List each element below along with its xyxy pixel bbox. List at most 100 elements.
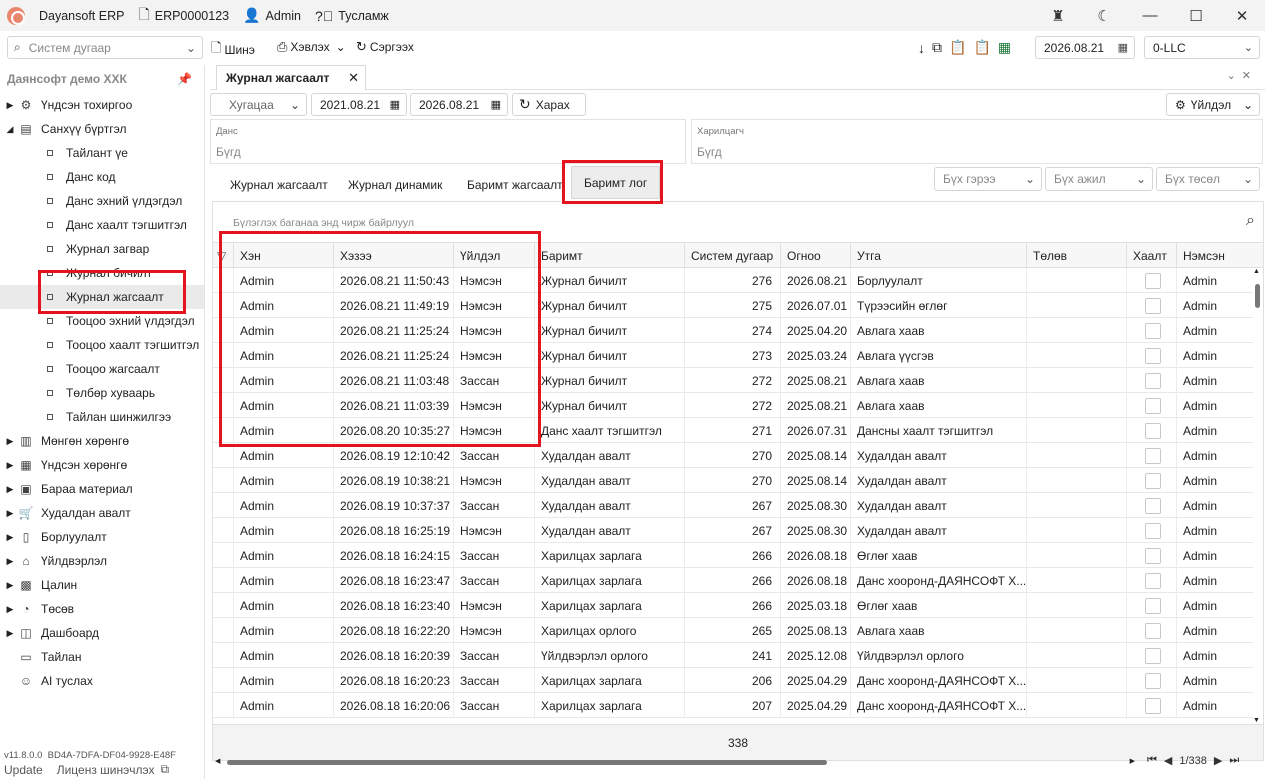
sidebar-item[interactable]: ▶ ▯ Борлуулалт: [0, 525, 204, 549]
scroll-thumb[interactable]: [227, 760, 827, 765]
closed-checkbox[interactable]: [1126, 543, 1176, 568]
checkbox[interactable]: [1145, 297, 1161, 314]
period-select[interactable]: Хугацаа ⌄: [210, 93, 307, 116]
column-header[interactable]: Систем дугаар: [684, 243, 780, 269]
subtab-journal-dynamic[interactable]: Журнал динамик: [348, 168, 442, 202]
closed-checkbox[interactable]: [1126, 343, 1176, 368]
sidebar-item[interactable]: ▭ Тайлан: [0, 645, 204, 669]
checkbox[interactable]: [1145, 672, 1161, 689]
next-page-icon[interactable]: ▶: [1214, 754, 1222, 767]
closed-checkbox[interactable]: [1126, 693, 1176, 718]
checkbox[interactable]: [1145, 697, 1161, 714]
search-icon[interactable]: ⌕: [1246, 212, 1255, 230]
table-row[interactable]: Admin 2026.08.21 11:03:39 Нэмсэн Журнал бич…: [213, 393, 1253, 418]
contract-select[interactable]: Бүх гэрээ ⌄: [934, 167, 1042, 191]
closed-checkbox[interactable]: [1126, 268, 1176, 293]
print-button[interactable]: ⎙ Хэвлэх ⌄: [277, 39, 346, 55]
table-row[interactable]: Admin 2026.08.18 16:20:39 Зассан Үйлдвэрлэл…: [213, 643, 1253, 668]
sidebar-item[interactable]: Тооцоо хаалт тэгшитгэл: [0, 333, 204, 357]
sidebar-item[interactable]: Данс код: [0, 165, 204, 189]
scroll-left-icon[interactable]: ◀: [215, 757, 220, 765]
sidebar-item[interactable]: ☺ AI туслах: [0, 669, 204, 693]
help-button[interactable]: ?⃝ Тусламж: [315, 8, 389, 24]
checkbox[interactable]: [1145, 522, 1161, 539]
expand-icon[interactable]: ▶: [3, 508, 17, 519]
tab-journal-list[interactable]: Журнал жагсаалт ✕: [216, 65, 366, 90]
subtab-journal-list[interactable]: Журнал жагсаалт: [230, 168, 328, 202]
close-window-button[interactable]: ✕: [1219, 7, 1265, 25]
date-to-field[interactable]: 2026.08.21 ▦: [410, 93, 508, 116]
scroll-right-icon[interactable]: ▶: [1130, 757, 1135, 765]
table-row[interactable]: Admin 2026.08.21 11:49:19 Нэмсэн Журнал бич…: [213, 293, 1253, 318]
checkbox[interactable]: [1145, 422, 1161, 439]
closed-checkbox[interactable]: [1126, 518, 1176, 543]
closed-checkbox[interactable]: [1126, 468, 1176, 493]
date-from-field[interactable]: 2021.08.21 ▦: [311, 93, 407, 116]
sidebar-item[interactable]: ▶ ⚙ Үндсэн тохиргоо: [0, 93, 204, 117]
checkbox[interactable]: [1145, 572, 1161, 589]
group-panel-hint[interactable]: Бүлэглэх баганаа энд чирж байрлуул: [233, 217, 414, 229]
table-row[interactable]: Admin 2026.08.18 16:22:20 Нэмсэн Харилцах о…: [213, 618, 1253, 643]
sidebar-item[interactable]: ▶ ▥ Мөнгөн хөрөнгө: [0, 429, 204, 453]
closed-checkbox[interactable]: [1126, 643, 1176, 668]
expand-icon[interactable]: ▶: [3, 436, 17, 447]
update-link[interactable]: Update: [4, 763, 43, 777]
checkbox[interactable]: [1145, 472, 1161, 489]
expand-icon[interactable]: ▶: [3, 532, 17, 543]
expand-icon[interactable]: ▶: [3, 628, 17, 639]
expand-icon[interactable]: ▶: [3, 580, 17, 591]
expand-icon[interactable]: ▶: [3, 484, 17, 495]
erp-code-button[interactable]: 🗋 ERP0000123: [138, 4, 229, 28]
license-update-link[interactable]: Лиценз шинэчлэх: [57, 763, 155, 777]
close-icon[interactable]: ✕: [348, 70, 359, 86]
sidebar-item[interactable]: Тайлан шинжилгээ: [0, 405, 204, 429]
scroll-thumb[interactable]: [1255, 284, 1260, 308]
table-row[interactable]: Admin 2026.08.20 10:35:27 Нэмсэн Данс хаалт…: [213, 418, 1253, 443]
sidebar-item[interactable]: ▶ ▦ Үндсэн хөрөнгө: [0, 453, 204, 477]
table-row[interactable]: Admin 2026.08.18 16:24:15 Зассан Харилцах з…: [213, 543, 1253, 568]
sidebar-item[interactable]: Журнал загвар: [0, 237, 204, 261]
job-select[interactable]: Бүх ажил ⌄: [1045, 167, 1153, 191]
sidebar-item[interactable]: ▶ ▣ Бараа материал: [0, 477, 204, 501]
first-page-icon[interactable]: ⏮: [1147, 754, 1157, 767]
expand-icon[interactable]: ▶: [3, 460, 17, 471]
minimize-button[interactable]: —: [1127, 7, 1173, 24]
new-button[interactable]: 🗋 Шинэ: [211, 39, 255, 61]
maximize-button[interactable]: ☐: [1173, 7, 1219, 25]
last-page-icon[interactable]: ⏭: [1229, 754, 1239, 767]
user-button[interactable]: 👤 Admin: [243, 7, 301, 24]
checkbox[interactable]: [1145, 597, 1161, 614]
clipboard-icon[interactable]: 📋: [973, 39, 990, 56]
checkbox[interactable]: [1145, 622, 1161, 639]
dark-mode-icon[interactable]: ☾: [1081, 7, 1127, 25]
collapse-icon[interactable]: ◢: [3, 124, 17, 135]
expand-icon[interactable]: ▶: [3, 556, 17, 567]
table-row[interactable]: Admin 2026.08.18 16:23:47 Зассан Харилцах з…: [213, 568, 1253, 593]
company-select[interactable]: 0-LLC ⌄: [1144, 36, 1260, 59]
column-header[interactable]: Баримт: [534, 243, 684, 269]
system-number-search[interactable]: ⌕ Систем дугаар ⌄: [7, 36, 203, 59]
scroll-down-icon[interactable]: ▼: [1253, 717, 1260, 724]
checkbox[interactable]: [1145, 547, 1161, 564]
expand-icon[interactable]: ▶: [3, 100, 17, 111]
copy-icon[interactable]: ⧉: [160, 762, 169, 777]
sidebar-item[interactable]: Тайлант үе: [0, 141, 204, 165]
column-header[interactable]: Үйлдэл: [453, 243, 534, 269]
sidebar-item[interactable]: ▶ ▩ Цалин: [0, 573, 204, 597]
column-header[interactable]: Хаалт: [1126, 243, 1176, 269]
subtab-document-log[interactable]: Баримт лог: [571, 166, 661, 199]
checkbox[interactable]: [1145, 272, 1161, 289]
closed-checkbox[interactable]: [1126, 618, 1176, 643]
table-row[interactable]: Admin 2026.08.18 16:25:19 Нэмсэн Худалдан а…: [213, 518, 1253, 543]
checkbox[interactable]: [1145, 647, 1161, 664]
column-header[interactable]: Хэн: [233, 243, 333, 269]
table-row[interactable]: Admin 2026.08.21 11:25:24 Нэмсэн Журнал бич…: [213, 318, 1253, 343]
subtab-document-list[interactable]: Баримт жагсаалт: [467, 168, 563, 202]
column-header[interactable]: Огноо: [780, 243, 850, 269]
scroll-up-icon[interactable]: ▲: [1253, 268, 1260, 275]
table-row[interactable]: Admin 2026.08.18 16:20:23 Зассан Харилцах з…: [213, 668, 1253, 693]
budget-select[interactable]: Бүх төсөл ⌄: [1156, 167, 1260, 191]
copy-icon[interactable]: ⧉: [932, 39, 942, 56]
sidebar-item[interactable]: ▶ 🛒 Худалдан авалт: [0, 501, 204, 525]
sidebar-item[interactable]: Данс хаалт тэгшитгэл: [0, 213, 204, 237]
